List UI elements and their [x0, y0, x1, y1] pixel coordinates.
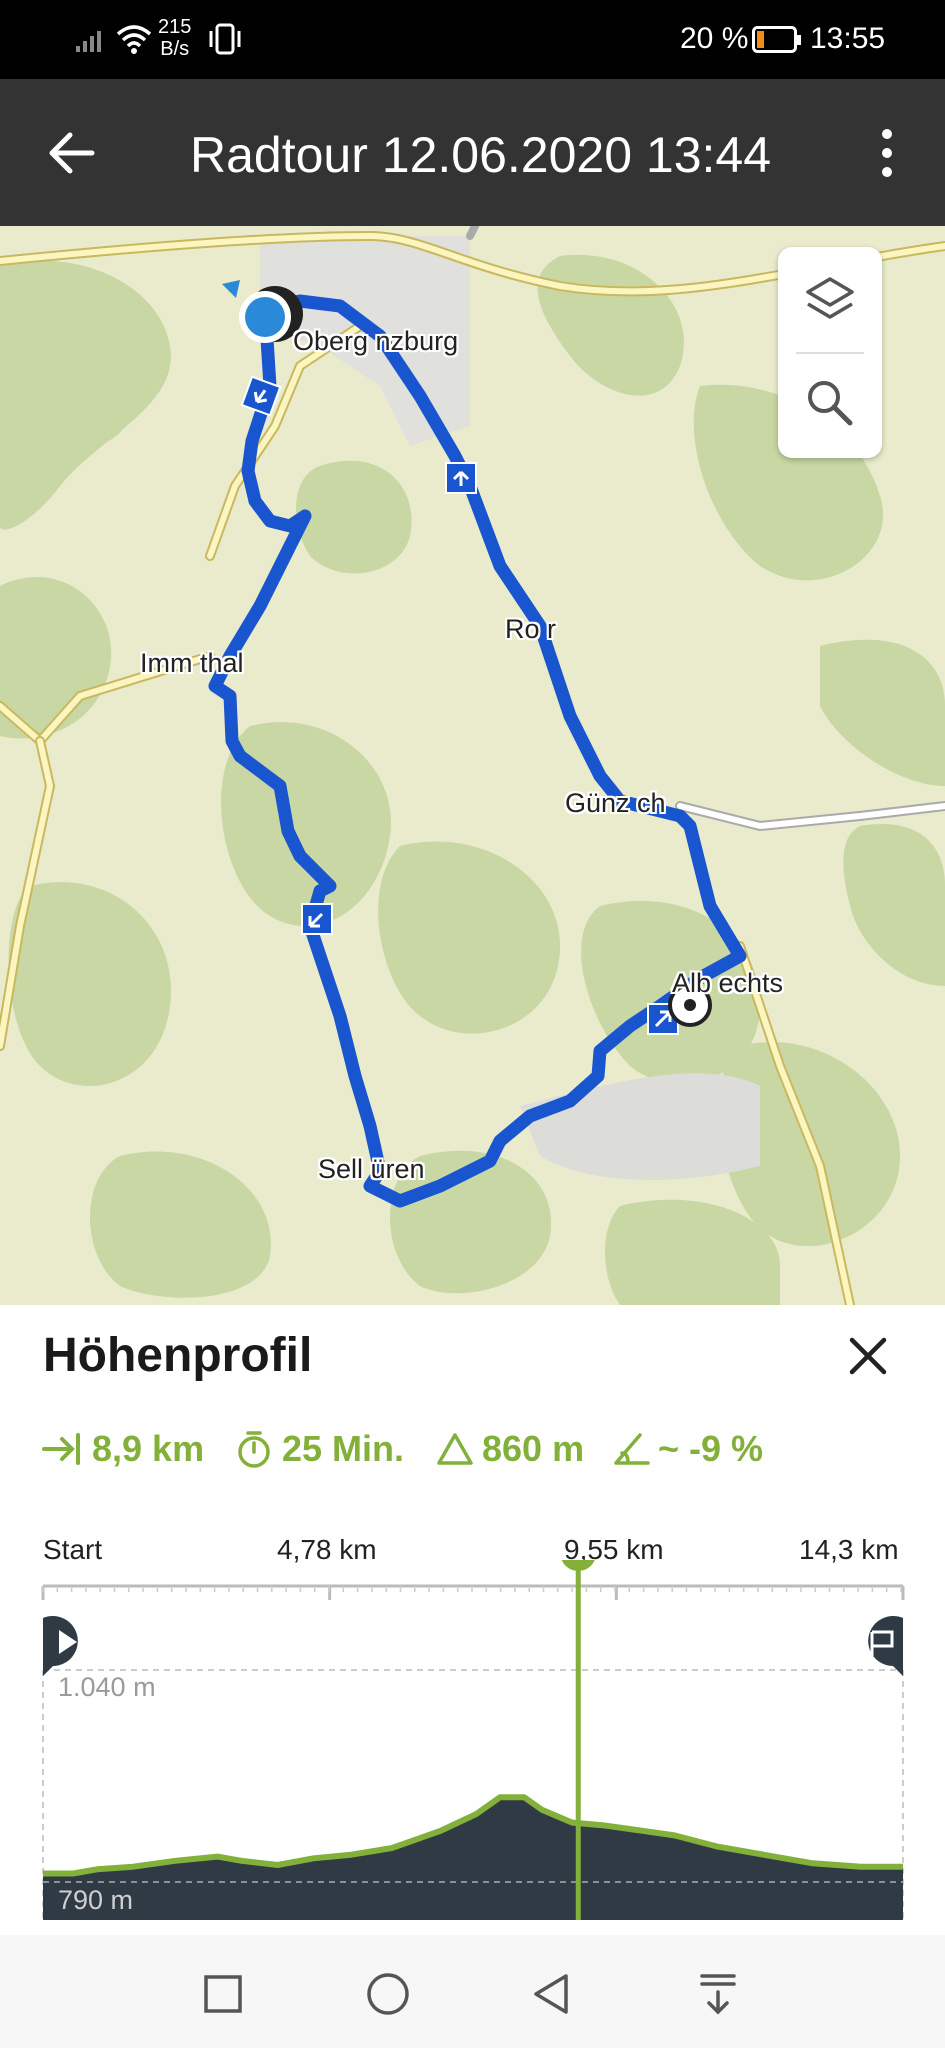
net-speed: 215 B/s [158, 16, 191, 60]
map-tools [778, 247, 882, 458]
stopwatch-icon [238, 1431, 270, 1468]
system-nav-bar [0, 1935, 945, 2048]
stat-duration: 25 Min. [282, 1428, 405, 1469]
profile-cursor-handle[interactable] [560, 1560, 596, 1571]
current-location-dot [245, 297, 285, 337]
status-bar: 215 B/s 20 % 13:55 [0, 0, 945, 79]
home-icon[interactable] [366, 1972, 410, 2016]
signal-icon [76, 31, 101, 52]
battery-icon [752, 26, 801, 53]
place-label-sellthueren: Sell üren [318, 1154, 425, 1184]
stat-gradient: ~ -9 % [658, 1428, 764, 1469]
back-triangle-icon[interactable] [530, 1972, 574, 2016]
place-label-guenzach: Günz ch [565, 788, 666, 818]
place-label-albrechts: Alb echts [672, 968, 784, 998]
net-speed-unit: B/s [160, 38, 190, 60]
net-speed-value: 215 [158, 16, 192, 38]
more-vert-icon[interactable] [870, 126, 904, 180]
y-max-label: 1.040 m [58, 1672, 156, 1702]
ascent-icon [437, 1433, 473, 1465]
wifi-icon [116, 25, 152, 54]
heading-indicator [222, 280, 240, 298]
place-label-oberguenzburg: Oberg nzburg [293, 326, 459, 356]
vibrate-icon [209, 23, 241, 55]
close-icon[interactable] [848, 1336, 888, 1376]
back-arrow-icon[interactable] [44, 126, 98, 180]
panel-title: Höhenprofil [43, 1329, 313, 1382]
clock: 13:55 [810, 22, 886, 55]
elevation-chart[interactable] [0, 1560, 945, 1935]
distance-icon [42, 1433, 80, 1465]
place-label-immenthal: Imm thal [140, 648, 244, 678]
stat-distance: 8,9 km [92, 1428, 205, 1469]
gradient-icon [614, 1433, 650, 1465]
search-icon[interactable] [804, 377, 856, 429]
notification-pull-icon[interactable] [698, 1972, 738, 2016]
page-title: Radtour 12.06.2020 13:44 [190, 127, 772, 183]
place-label-ronsberg: Ro r [505, 614, 557, 644]
recent-apps-icon[interactable] [203, 1974, 243, 2014]
layers-icon[interactable] [804, 275, 856, 325]
y-min-label: 790 m [58, 1885, 134, 1915]
stat-ascent: 860 m [482, 1428, 585, 1469]
tool-divider [796, 352, 864, 354]
battery-percent: 20 % [680, 22, 749, 55]
